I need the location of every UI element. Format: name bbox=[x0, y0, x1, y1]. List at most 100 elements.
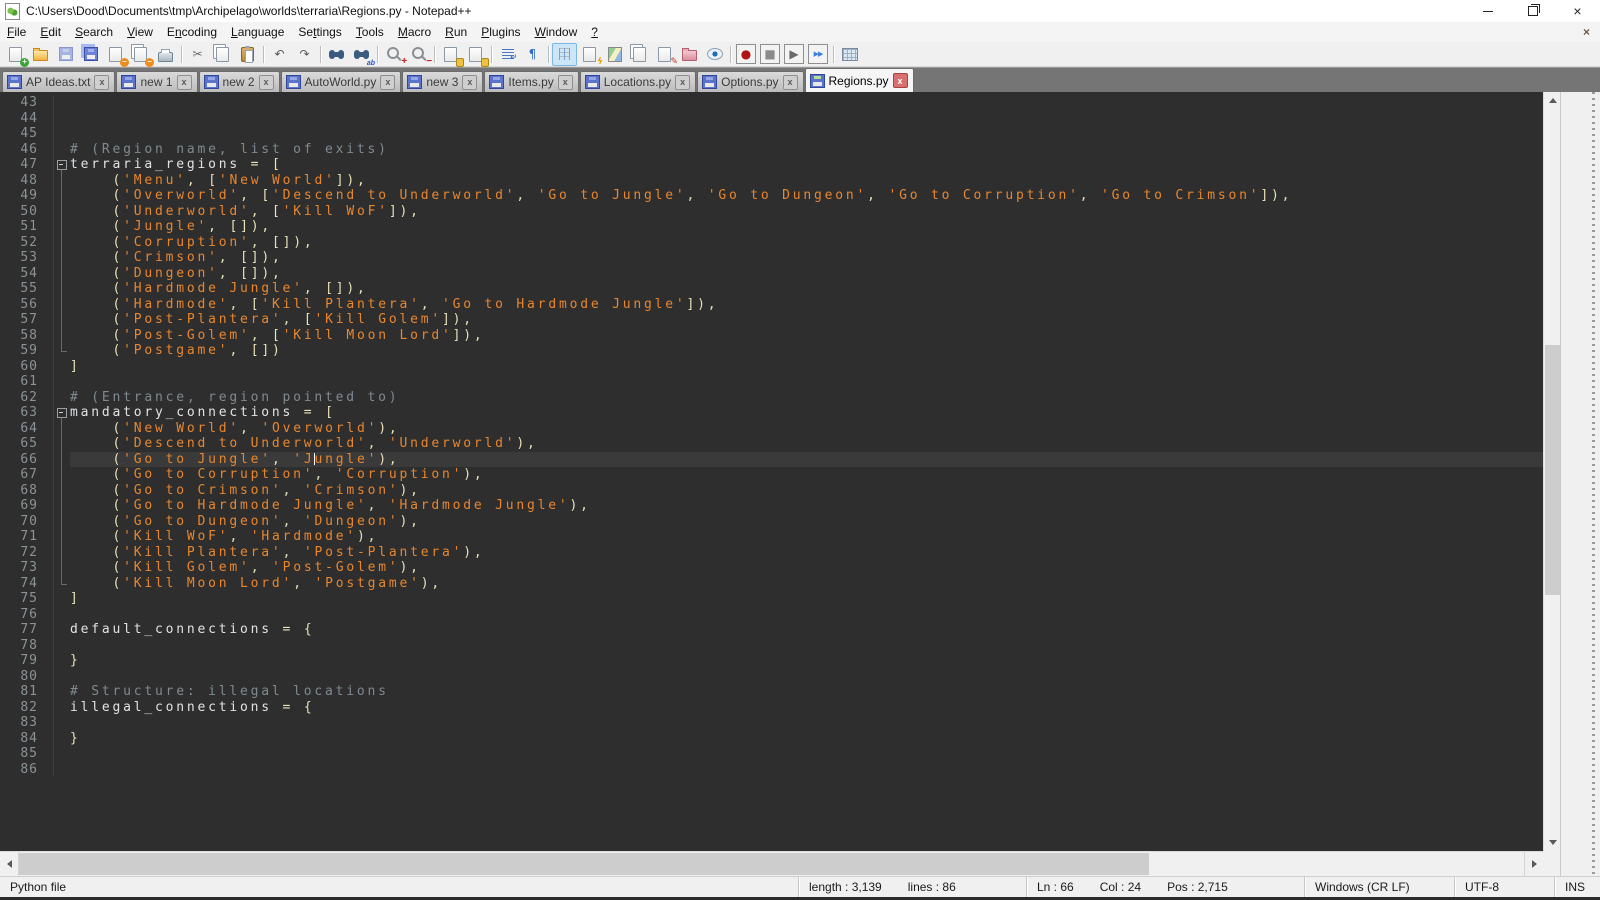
print-button[interactable] bbox=[153, 43, 178, 66]
tab-ap-ideas-txt[interactable]: AP Ideas.txtx bbox=[2, 71, 115, 92]
zoom-in-button[interactable]: + bbox=[381, 43, 406, 66]
code-line[interactable]: 56 ('Hardmode', ['Kill Plantera', 'Go to… bbox=[0, 297, 1543, 313]
tab-close-icon[interactable]: x bbox=[462, 75, 477, 90]
code-line[interactable]: 81# Structure: illegal locations bbox=[0, 684, 1543, 700]
macro-record-button[interactable]: ● bbox=[736, 44, 756, 64]
tab-close-icon[interactable]: x bbox=[558, 75, 573, 90]
code-line[interactable]: 54 ('Dungeon', []), bbox=[0, 266, 1543, 282]
code-line[interactable]: 74 ('Kill Moon Lord', 'Postgame'), bbox=[0, 576, 1543, 592]
user-defined-language-button[interactable]: ϟ bbox=[577, 43, 602, 66]
code-line[interactable]: 53 ('Crimson', []), bbox=[0, 250, 1543, 266]
tab-new-1[interactable]: new 1x bbox=[116, 71, 197, 92]
code-line[interactable]: 76 bbox=[0, 607, 1543, 623]
code-line[interactable]: 72 ('Kill Plantera', 'Post-Plantera'), bbox=[0, 545, 1543, 561]
close-button[interactable]: × bbox=[1555, 0, 1600, 22]
close-button[interactable]: – bbox=[103, 43, 128, 66]
redo-button[interactable]: ↷ bbox=[292, 43, 317, 66]
code-line[interactable]: 47terraria_regions = [ bbox=[0, 157, 1543, 173]
code-line[interactable]: 52 ('Corruption', []), bbox=[0, 235, 1543, 251]
macro-stop-button[interactable]: ■ bbox=[760, 44, 780, 64]
code-line[interactable]: 73 ('Kill Golem', 'Post-Golem'), bbox=[0, 560, 1543, 576]
cut-button[interactable]: ✂ bbox=[185, 43, 210, 66]
menu-language[interactable]: Language bbox=[224, 23, 291, 41]
document-list-button[interactable] bbox=[627, 43, 652, 66]
document-close-x-button[interactable]: × bbox=[1583, 25, 1590, 39]
code-line[interactable]: 63mandatory_connections = [ bbox=[0, 405, 1543, 421]
find-button[interactable] bbox=[324, 43, 349, 66]
tab-close-icon[interactable]: x bbox=[893, 73, 908, 88]
tab-options-py[interactable]: Options.pyx bbox=[697, 71, 803, 92]
panel-splitter[interactable] bbox=[1560, 92, 1600, 876]
menu-run[interactable]: Run bbox=[438, 23, 474, 41]
code-line[interactable]: 71 ('Kill WoF', 'Hardmode'), bbox=[0, 529, 1543, 545]
code-line[interactable]: 61 bbox=[0, 374, 1543, 390]
vertical-scrollbar-thumb[interactable] bbox=[1545, 345, 1560, 595]
horizontal-scrollbar-thumb[interactable] bbox=[19, 853, 1149, 875]
code-line[interactable]: 49 ('Overworld', ['Descend to Underworld… bbox=[0, 188, 1543, 204]
minimize-button[interactable] bbox=[1465, 0, 1510, 22]
code-line[interactable]: 46# (Region name, list of exits) bbox=[0, 142, 1543, 158]
menu-help[interactable]: ? bbox=[584, 23, 605, 41]
restore-button[interactable] bbox=[1510, 0, 1555, 22]
document-map-button[interactable] bbox=[602, 43, 627, 66]
macro-run-multiple-button[interactable]: ▶▶ bbox=[808, 44, 828, 64]
code-line[interactable]: 59 ('Postgame', []) bbox=[0, 343, 1543, 359]
code-line[interactable]: 78 bbox=[0, 638, 1543, 654]
tab-close-icon[interactable]: x bbox=[94, 75, 109, 90]
copy-button[interactable] bbox=[210, 43, 235, 66]
menu-tools[interactable]: Tools bbox=[349, 23, 391, 41]
code-line[interactable]: 57 ('Post-Plantera', ['Kill Golem']), bbox=[0, 312, 1543, 328]
code-editor[interactable]: 43444546# (Region name, list of exits)47… bbox=[0, 92, 1543, 851]
tab-close-icon[interactable]: x bbox=[177, 75, 192, 90]
scroll-up-arrow[interactable] bbox=[1544, 92, 1561, 109]
menu-encoding[interactable]: Encoding bbox=[160, 23, 224, 41]
macro-save-button[interactable] bbox=[837, 43, 862, 66]
folder-as-workspace-button[interactable] bbox=[677, 43, 702, 66]
code-line[interactable]: 64 ('New World', 'Overworld'), bbox=[0, 421, 1543, 437]
code-line[interactable]: 84} bbox=[0, 731, 1543, 747]
tab-close-icon[interactable]: x bbox=[259, 75, 274, 90]
close-all-button[interactable]: – bbox=[128, 43, 153, 66]
status-eol-format[interactable]: Windows (CR LF) bbox=[1304, 877, 1454, 897]
save-all-button[interactable] bbox=[78, 43, 103, 66]
scroll-left-arrow[interactable] bbox=[0, 852, 19, 876]
code-line[interactable]: 65 ('Descend to Underworld', 'Underworld… bbox=[0, 436, 1543, 452]
code-line[interactable]: 55 ('Hardmode Jungle', []), bbox=[0, 281, 1543, 297]
code-line[interactable]: 51 ('Jungle', []), bbox=[0, 219, 1543, 235]
save-button[interactable] bbox=[53, 43, 78, 66]
paste-button[interactable] bbox=[235, 43, 260, 66]
code-line[interactable]: 62# (Entrance, region pointed to) bbox=[0, 390, 1543, 406]
code-line[interactable]: 66 ('Go to Jungle', 'Jungle'), bbox=[0, 452, 1543, 468]
code-line[interactable]: 85 bbox=[0, 746, 1543, 762]
word-wrap-button[interactable] bbox=[495, 43, 520, 66]
scroll-right-arrow[interactable] bbox=[1524, 852, 1543, 876]
code-line[interactable]: 67 ('Go to Corruption', 'Corruption'), bbox=[0, 467, 1543, 483]
zoom-out-button[interactable]: − bbox=[406, 43, 431, 66]
sync-horizontal-scrolling-button[interactable] bbox=[463, 43, 488, 66]
code-line[interactable]: 69 ('Go to Hardmode Jungle', 'Hardmode J… bbox=[0, 498, 1543, 514]
fold-collapse-button[interactable] bbox=[54, 157, 70, 173]
tab-close-icon[interactable]: x bbox=[380, 75, 395, 90]
tab-locations-py[interactable]: Locations.pyx bbox=[580, 71, 696, 92]
tab-items-py[interactable]: Items.pyx bbox=[484, 71, 578, 92]
menu-edit[interactable]: Edit bbox=[33, 23, 68, 41]
show-indent-guide-button[interactable] bbox=[552, 43, 577, 66]
tab-new-2[interactable]: new 2x bbox=[199, 71, 280, 92]
status-encoding[interactable]: UTF-8 bbox=[1454, 877, 1554, 897]
menu-file[interactable]: File bbox=[0, 23, 33, 41]
code-line[interactable]: 70 ('Go to Dungeon', 'Dungeon'), bbox=[0, 514, 1543, 530]
sync-vertical-scrolling-button[interactable] bbox=[438, 43, 463, 66]
menu-plugins[interactable]: Plugins bbox=[474, 23, 527, 41]
tab-regions-py[interactable]: Regions.pyx bbox=[805, 68, 914, 92]
status-insert-mode[interactable]: INS bbox=[1554, 877, 1600, 897]
tab-autoworld-py[interactable]: AutoWorld.pyx bbox=[281, 71, 402, 92]
scroll-down-arrow[interactable] bbox=[1544, 834, 1561, 851]
code-line[interactable]: 80 bbox=[0, 669, 1543, 685]
show-all-characters-button[interactable]: ¶ bbox=[520, 43, 545, 66]
new-file-button[interactable]: + bbox=[3, 43, 28, 66]
fold-collapse-button[interactable] bbox=[54, 405, 70, 421]
code-line[interactable]: 86 bbox=[0, 762, 1543, 778]
file-monitoring-button[interactable] bbox=[702, 43, 727, 66]
tab-close-icon[interactable]: x bbox=[783, 75, 798, 90]
code-line[interactable]: 58 ('Post-Golem', ['Kill Moon Lord']), bbox=[0, 328, 1543, 344]
